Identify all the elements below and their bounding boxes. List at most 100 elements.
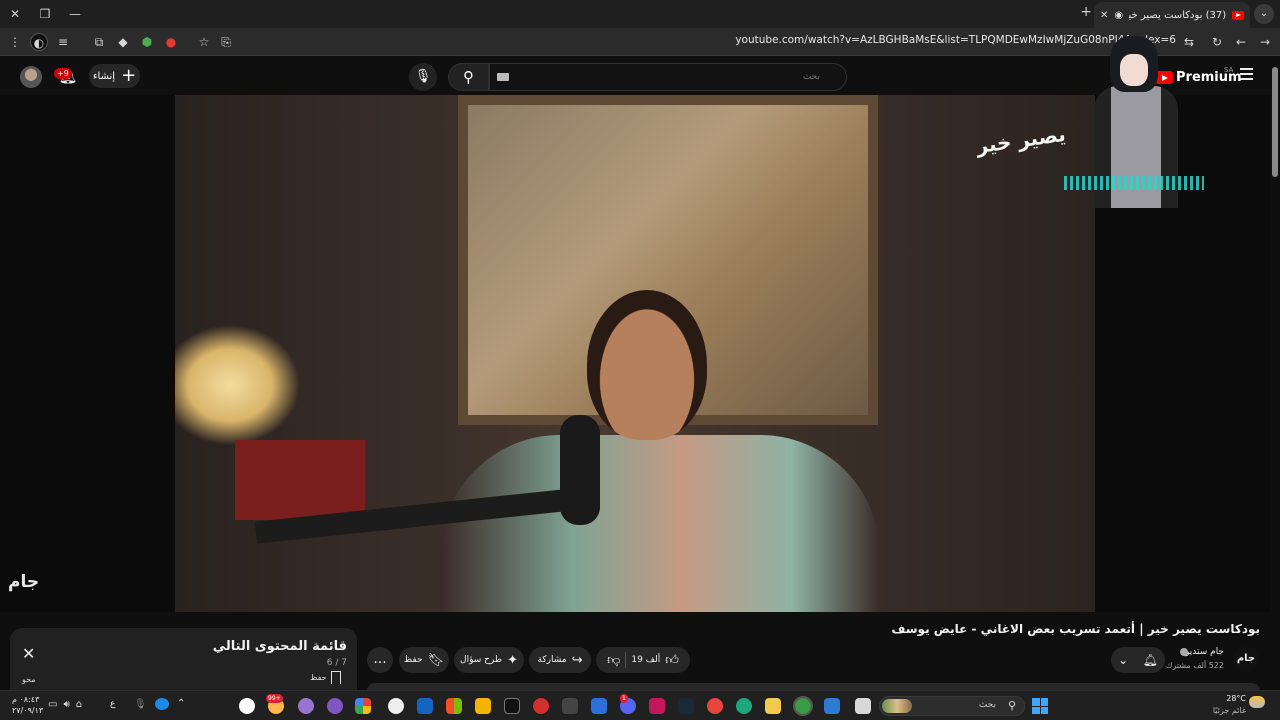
save-button[interactable]: حفظ 🔖︎ [399,647,449,673]
wiki-icon[interactable] [388,698,404,714]
ask-button[interactable]: طرح سؤال ✦ [454,647,524,673]
search-button-icon[interactable]: ⚲ [448,63,489,91]
input-language[interactable]: ع [110,699,115,709]
steam-icon[interactable] [678,698,694,714]
keyboard-icon[interactable] [497,73,509,81]
install-app-icon[interactable]: ⎘ [217,33,235,51]
host-body [440,435,880,612]
tab-close-icon[interactable]: ✕ [1100,10,1108,21]
tray-overflow-chevron-icon[interactable]: ⌃ [177,698,185,709]
video-frame[interactable] [175,95,1095,612]
profile-icon[interactable]: ◐ [30,33,48,51]
onedrive-icon[interactable] [155,698,169,710]
channel-name[interactable]: جام ستديو [1185,647,1224,657]
scrollbar-thumb[interactable] [1272,67,1278,177]
mail-icon[interactable] [591,698,607,714]
more-actions-button[interactable]: ... [367,647,393,673]
extension-diamond-icon[interactable]: ◆ [114,33,132,51]
edge-browser-icon[interactable] [736,698,752,714]
channel-avatar[interactable]: جام [1233,646,1259,672]
chrome-active-icon[interactable] [793,696,813,716]
like-count[interactable]: 19 ألف [631,655,660,665]
reload-icon[interactable]: ↻ [1208,33,1226,51]
weather-temperature[interactable]: 28°C [1226,694,1246,703]
battery-icon[interactable]: ▭ [48,699,57,710]
user-avatar[interactable] [20,66,42,88]
chrome-canary-icon[interactable] [355,698,371,714]
share-button[interactable]: مشاركة ↪ [529,647,591,673]
search-highlight-image [882,699,912,713]
taskbar-search-box[interactable]: بحث ⚲ [879,696,1025,716]
youtube-favicon-icon [1232,10,1244,20]
playlist-clear-label[interactable]: محو [22,675,36,684]
subscriber-count: 522 ألف مشترك [1165,661,1224,670]
audio-playing-icon[interactable]: ◉ [1114,10,1123,21]
search-input[interactable] [489,63,847,91]
dislike-button-icon[interactable]: 👎︎ [607,653,620,668]
microphone-tray-icon[interactable]: 🎙︎ [134,699,147,710]
weather-condition[interactable]: غائم جزئيًا [1213,706,1246,715]
create-button[interactable]: إنشاء + [89,64,140,88]
window-minimize-icon[interactable]: — [64,4,86,24]
folder-icon[interactable] [765,698,781,714]
subscribed-button[interactable]: ⌄ 🔔︎ [1111,647,1165,673]
system-clock[interactable]: ٠٨:٤٣ م ٢٧/٠٩/١٣ [12,694,43,716]
host-head [587,290,707,440]
browser-menu-icon[interactable]: ⋮ [6,33,24,51]
microsoft-store-icon[interactable] [824,698,840,714]
playlist-panel: ✕ قائمة المحتوى التالي 7 / 6 حفظ محو [10,628,357,690]
video-title: بودكاست يصير خير | أتعمد تسريب بعض الاغا… [891,622,1260,636]
voice-search-microphone-icon[interactable]: 🎙︎ [409,63,437,91]
bookmark-star-icon[interactable]: ☆ [195,33,213,51]
system-tray[interactable]: ▭ 🔊︎ ⌂ [48,699,82,710]
clock-date: ٢٧/٠٩/١٣ [12,706,44,715]
window-close-icon[interactable]: ✕ [4,4,26,24]
red-chair [235,440,365,520]
like-button-icon[interactable]: 👍︎ [665,653,679,668]
playlist-save-label[interactable]: حفظ [310,673,327,682]
playlist-close-icon[interactable]: ✕ [22,644,35,663]
app-yellow-icon[interactable] [475,698,491,714]
notification-count-badge: +9 [54,68,72,79]
extension-red-icon[interactable]: ● [162,33,180,51]
channel-watermark[interactable]: جام [8,572,39,592]
windows-app-icon[interactable] [446,698,462,714]
os-taskbar: 28°C غائم جزئيًا بحث ⚲ 1 99+ ⌃ ع 🎙︎ ▭ 🔊︎… [0,690,1280,720]
volume-icon[interactable]: 🔊︎ [63,699,69,710]
discord-badge: 1 [620,694,628,703]
page-scrollbar[interactable] [1270,57,1280,687]
media-control-icon[interactable]: ≡ [54,33,72,51]
chrome-icon[interactable] [707,698,723,714]
divider [625,652,627,668]
podcast-microphone [560,415,600,525]
extensions-icon[interactable]: ⧉ [90,33,108,51]
app-icon-generic[interactable] [562,698,578,714]
window-maximize-icon[interactable]: ❐ [34,4,56,24]
app-purple-icon[interactable] [298,698,314,714]
adobe-app-icon[interactable] [649,698,665,714]
weather-cloud-sun-icon[interactable] [1249,696,1265,708]
audio-waveform [1064,176,1204,190]
bookmark-icon: 🔖︎ [427,652,445,668]
outlook-icon[interactable] [417,698,433,714]
back-icon[interactable]: → [1256,33,1274,51]
playlist-title[interactable]: قائمة المحتوى التالي [213,639,347,654]
file-explorer-window-icon[interactable] [855,698,871,714]
chevron-down-icon: ⌄ [1118,653,1129,667]
epic-games-icon[interactable] [504,698,520,714]
obs-icon[interactable] [327,698,343,714]
taskbar-search-label: بحث [978,700,996,710]
start-menu-icon[interactable] [1032,698,1048,714]
sparkle-icon: ✦ [507,652,518,668]
chrome-alt-icon[interactable] [239,698,255,714]
new-tab-button[interactable]: + [1080,4,1092,20]
forward-icon[interactable]: ← [1232,33,1250,51]
active-tab[interactable]: (37) بودكاست يصير خير | أتع... ◉ ✕ [1094,2,1250,28]
tab-search-chevron-icon[interactable]: ⌄ [1254,4,1274,24]
guide-menu-icon[interactable] [1240,68,1253,83]
recorder-icon[interactable] [533,698,549,714]
plus-icon: + [121,65,137,86]
network-icon[interactable]: ⌂ [76,699,82,710]
extension-shield-icon[interactable]: ⬢ [138,33,156,51]
playlist-bookmark-icon[interactable] [331,671,341,684]
